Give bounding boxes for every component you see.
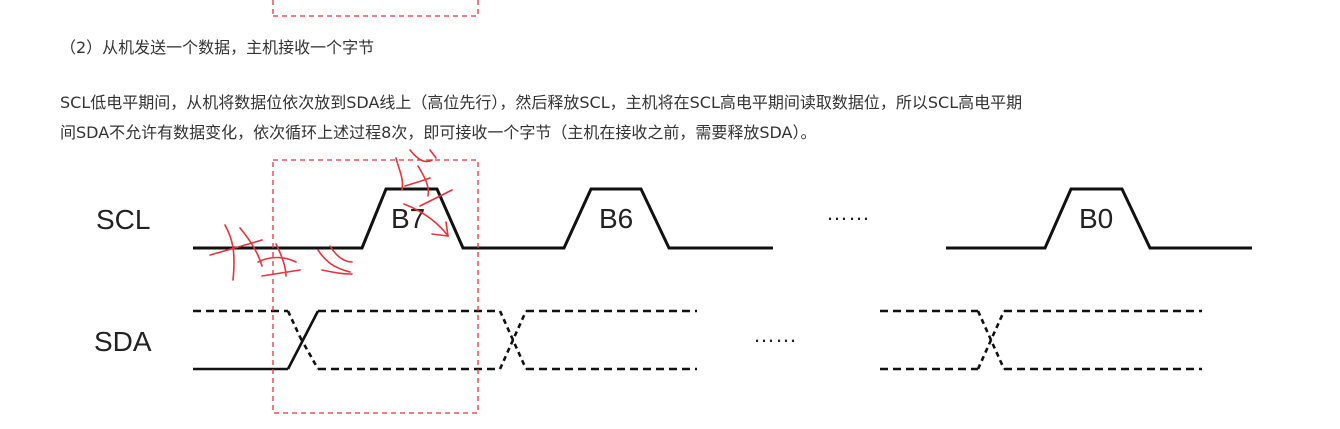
timing-diagram: SCL SDA B7 B6 B0 …… …… [94, 0, 1252, 414]
bit-label-b7: B7 [391, 203, 425, 234]
bit-label-b6: B6 [599, 203, 633, 234]
top-frame-remnant [272, 0, 479, 17]
sda-label: SDA [94, 326, 152, 357]
scl-label: SCL [96, 204, 150, 235]
sda-waveform [193, 309, 1202, 371]
bit-label-b0: B0 [1079, 203, 1113, 234]
sda-ellipsis: …… [753, 322, 797, 347]
scl-ellipsis: …… [826, 200, 870, 225]
highlight-box [272, 159, 479, 414]
